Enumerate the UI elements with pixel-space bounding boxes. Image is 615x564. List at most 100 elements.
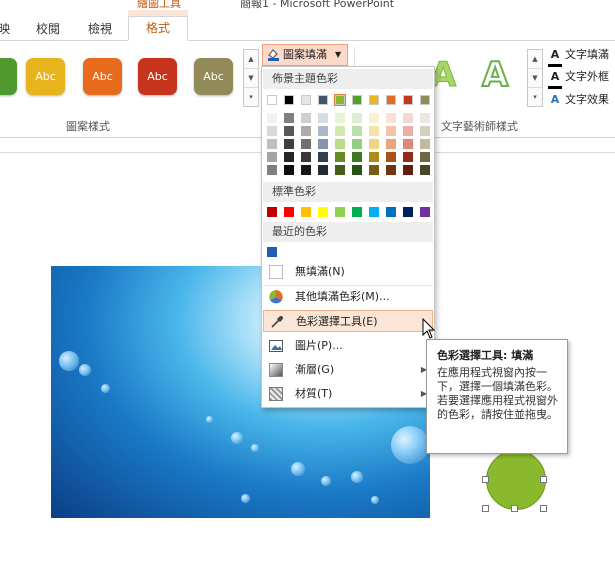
theme-shade-swatch[interactable] <box>352 139 362 149</box>
more-fill-colors-menu-item[interactable]: 其他填滿色彩(M)... <box>263 286 433 308</box>
theme-shade-swatch[interactable] <box>369 126 379 136</box>
tab-review[interactable]: 校閱 <box>36 18 60 40</box>
theme-color-swatch[interactable] <box>267 95 277 105</box>
theme-shade-swatch[interactable] <box>318 126 328 136</box>
texture-menu-item[interactable]: 材質(T) ▶ <box>263 383 433 405</box>
wordart-style-preset[interactable]: A <box>481 54 509 96</box>
theme-shade-swatch[interactable] <box>369 113 379 123</box>
theme-shade-swatch[interactable] <box>420 139 430 149</box>
theme-color-swatch[interactable] <box>301 95 311 105</box>
theme-shade-swatch[interactable] <box>318 139 328 149</box>
green-circle-shape[interactable] <box>486 450 546 510</box>
theme-shade-swatch[interactable] <box>369 165 379 175</box>
theme-shade-swatch[interactable] <box>318 113 328 123</box>
text-outline-button[interactable]: A 文字外框 <box>548 68 609 89</box>
tab-slideshow[interactable]: 映 <box>0 18 10 40</box>
theme-shade-swatch[interactable] <box>301 165 311 175</box>
theme-shade-swatch[interactable] <box>284 165 294 175</box>
theme-shade-swatch[interactable] <box>352 113 362 123</box>
standard-color-swatch[interactable] <box>318 207 328 217</box>
theme-shade-swatch[interactable] <box>352 152 362 162</box>
shape-fill-button[interactable]: 圖案填滿 ▼ <box>262 44 348 66</box>
theme-shade-swatch[interactable] <box>284 126 294 136</box>
theme-shade-swatch[interactable] <box>267 152 277 162</box>
theme-shade-swatch[interactable] <box>403 165 413 175</box>
theme-shade-swatch[interactable] <box>267 139 277 149</box>
theme-shade-swatch[interactable] <box>267 126 277 136</box>
theme-shade-swatch[interactable] <box>386 139 396 149</box>
standard-color-swatch[interactable] <box>267 207 277 217</box>
tab-format[interactable]: 格式 <box>128 16 188 41</box>
resize-handle[interactable] <box>511 505 518 512</box>
theme-shade-swatch[interactable] <box>284 139 294 149</box>
theme-shade-swatch[interactable] <box>403 152 413 162</box>
tab-view[interactable]: 檢視 <box>88 18 112 40</box>
resize-handle[interactable] <box>482 505 489 512</box>
theme-shade-swatch[interactable] <box>369 152 379 162</box>
theme-shade-swatch[interactable] <box>335 165 345 175</box>
recent-color-swatch[interactable] <box>267 247 277 257</box>
eyedropper-menu-item[interactable]: 色彩選擇工具(E) <box>263 310 433 332</box>
scroll-up-icon[interactable]: ▲ <box>244 50 258 69</box>
standard-color-swatch[interactable] <box>369 207 379 217</box>
theme-color-swatch[interactable] <box>420 95 430 105</box>
theme-shade-swatch[interactable] <box>420 113 430 123</box>
theme-shade-swatch[interactable] <box>335 152 345 162</box>
theme-shade-swatch[interactable] <box>318 165 328 175</box>
theme-color-swatch[interactable] <box>352 95 362 105</box>
theme-shade-swatch[interactable] <box>284 113 294 123</box>
theme-shade-swatch[interactable] <box>403 113 413 123</box>
gallery-more-icon[interactable]: ▾ <box>244 88 258 106</box>
scroll-down-icon[interactable]: ▼ <box>528 69 542 88</box>
shape-style-preset[interactable]: Abc <box>26 58 65 95</box>
gallery-more-icon[interactable]: ▾ <box>528 88 542 106</box>
shape-style-preset[interactable]: Abc <box>138 58 177 95</box>
scroll-up-icon[interactable]: ▲ <box>528 50 542 69</box>
theme-shade-swatch[interactable] <box>301 113 311 123</box>
picture-fill-menu-item[interactable]: 圖片(P)... <box>263 335 433 357</box>
theme-shade-swatch[interactable] <box>386 165 396 175</box>
theme-color-swatch[interactable] <box>334 94 346 106</box>
wordart-gallery-scroll[interactable]: ▲ ▼ ▾ <box>527 49 543 107</box>
theme-shade-swatch[interactable] <box>420 165 430 175</box>
theme-shade-swatch[interactable] <box>301 126 311 136</box>
theme-color-swatch[interactable] <box>403 95 413 105</box>
theme-shade-swatch[interactable] <box>420 152 430 162</box>
standard-color-swatch[interactable] <box>386 207 396 217</box>
gradient-menu-item[interactable]: 漸層(G) ▶ <box>263 359 433 381</box>
theme-shade-swatch[interactable] <box>352 126 362 136</box>
text-effects-button[interactable]: A 文字效果 <box>548 91 609 109</box>
standard-color-swatch[interactable] <box>420 207 430 217</box>
theme-shade-swatch[interactable] <box>403 139 413 149</box>
theme-shade-swatch[interactable] <box>301 152 311 162</box>
no-fill-menu-item[interactable]: 無填滿(N) <box>263 261 433 283</box>
shape-style-preset[interactable]: Abc <box>83 58 122 95</box>
theme-shade-swatch[interactable] <box>386 113 396 123</box>
text-fill-button[interactable]: A 文字填滿 <box>548 46 609 67</box>
standard-color-swatch[interactable] <box>301 207 311 217</box>
standard-color-swatch[interactable] <box>403 207 413 217</box>
theme-color-swatch[interactable] <box>369 95 379 105</box>
theme-shade-swatch[interactable] <box>386 126 396 136</box>
theme-shade-swatch[interactable] <box>267 113 277 123</box>
standard-color-swatch[interactable] <box>335 207 345 217</box>
shape-style-preset[interactable] <box>0 58 17 95</box>
theme-shade-swatch[interactable] <box>335 126 345 136</box>
theme-shade-swatch[interactable] <box>335 113 345 123</box>
resize-handle[interactable] <box>540 476 547 483</box>
theme-color-swatch[interactable] <box>284 95 294 105</box>
theme-shade-swatch[interactable] <box>301 139 311 149</box>
theme-shade-swatch[interactable] <box>352 165 362 175</box>
shape-style-preset[interactable]: Abc <box>194 58 233 95</box>
theme-shade-swatch[interactable] <box>403 126 413 136</box>
scroll-down-icon[interactable]: ▼ <box>244 69 258 88</box>
theme-shade-swatch[interactable] <box>318 152 328 162</box>
theme-shade-swatch[interactable] <box>335 139 345 149</box>
theme-color-swatch[interactable] <box>318 95 328 105</box>
resize-handle[interactable] <box>482 476 489 483</box>
theme-shade-swatch[interactable] <box>284 152 294 162</box>
resize-handle[interactable] <box>540 505 547 512</box>
standard-color-swatch[interactable] <box>284 207 294 217</box>
theme-shade-swatch[interactable] <box>369 139 379 149</box>
theme-shade-swatch[interactable] <box>420 126 430 136</box>
